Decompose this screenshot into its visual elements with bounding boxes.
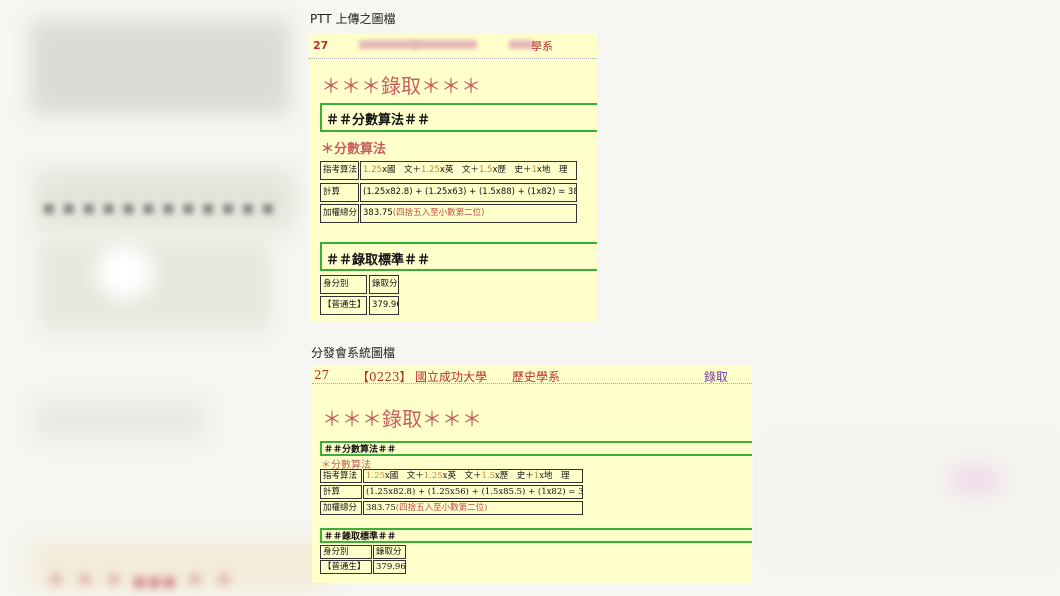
value-part: x地 理 xyxy=(536,165,568,175)
divider xyxy=(312,383,752,384)
weighted-total-value: 383.75(四捨五入至小數第二位) xyxy=(360,204,577,223)
row-label: 計算 xyxy=(320,485,362,499)
bottom-caption: 分發會系統圖檔 xyxy=(311,346,396,360)
value-part: (1.25x82.8) + (1.25x63) + (1.5x88) + (1x… xyxy=(363,187,577,197)
bg-blob xyxy=(950,470,1000,490)
row-label: 指考算法 xyxy=(320,469,362,483)
value-part: x英 文＋ xyxy=(442,471,482,481)
row-label: 指考算法 xyxy=(320,161,359,180)
value-part: 383.75 xyxy=(363,208,393,218)
row-label: 計算 xyxy=(320,183,359,202)
std-identity: 【普通生】 xyxy=(320,560,372,574)
rank: 27 xyxy=(313,39,329,52)
row-label: 加權總分 xyxy=(320,501,362,515)
value-part: 1.5 xyxy=(481,471,495,481)
dept-suffix: 學系 xyxy=(531,40,553,53)
formula-value-text: 1.25x國 文＋1.25x英 文＋1.5x歷 史＋1x地 理 xyxy=(366,471,570,481)
admission-title: ＊＊＊錄取＊＊＊ xyxy=(322,407,482,431)
bg-blob xyxy=(40,240,270,330)
bg-text: ＊ ＊ ＊ ▪▪▪ ＊ ＊ xyxy=(45,569,235,594)
value-part: (1.25x82.8) + (1.25x56) + (1.5x85.5) + (… xyxy=(366,487,583,497)
bg-text: ▪ ▪ ▪ ▪ ▪ ▪ ▪ ▪ ▪ ▪ ▪ ▪ xyxy=(42,195,275,219)
top-caption: PTT 上傳之圖檔 xyxy=(310,12,396,26)
redacted-school xyxy=(412,40,477,49)
std-score: 379.96 xyxy=(373,560,406,574)
std-score: 379.96 xyxy=(369,296,399,315)
bg-blob xyxy=(770,440,1050,560)
formula-value-text: 1.25x國 文＋1.25x英 文＋1.5x歷 史＋1x地 理 xyxy=(363,165,567,175)
formula-section-title: ＃＃分數算法＃＃ xyxy=(326,113,431,128)
std-header-identity: 身分別 xyxy=(320,275,367,294)
value-part: x地 理 xyxy=(539,471,570,481)
calculation-value: (1.25x82.8) + (1.25x56) + (1.5x85.5) + (… xyxy=(363,485,583,499)
value-part: 1.5 xyxy=(478,165,493,175)
ptt-screenshot-panel: 27 學系 ＊＊＊錄取＊＊＊ ＃＃分數算法＃＃ ＊分數算法 指考算法 1.25x… xyxy=(309,34,597,322)
std-header-score: 錄取分 xyxy=(369,275,399,294)
formula-value: 1.25x國 文＋1.25x英 文＋1.5x歷 史＋1x地 理 xyxy=(360,161,577,180)
weighted-total-text: 383.75(四捨五入至小數第二位) xyxy=(363,208,484,218)
bg-blob xyxy=(35,400,205,440)
admission-title: ＊＊＊錄取＊＊＊ xyxy=(321,74,481,98)
weighted-total-text: 383.75(四捨五入至小數第二位) xyxy=(366,503,487,513)
weighted-total-value: 383.75(四捨五入至小數第二位) xyxy=(363,501,583,515)
value-part: x歷 史＋ xyxy=(495,471,534,481)
std-header-score: 錄取分 xyxy=(373,545,406,559)
formula-section-title: ＃＃分數算法＃＃ xyxy=(324,445,397,455)
std-identity: 【普通生】 xyxy=(320,296,367,315)
redacted-code xyxy=(359,40,417,49)
bg-blob xyxy=(95,245,155,300)
std-header-identity: 身分別 xyxy=(320,545,372,559)
divider xyxy=(309,58,597,59)
value-part: x國 文＋ xyxy=(384,471,424,481)
value-part: (四捨五入至小數第二位) xyxy=(392,208,485,218)
formula-value: 1.25x國 文＋1.25x英 文＋1.5x歷 史＋1x地 理 xyxy=(363,469,583,483)
value-part: (四捨五入至小數第二位) xyxy=(395,503,488,513)
row-label: 加權總分 xyxy=(320,204,359,223)
standard-section-title: ＃＃錄取標準＃＃ xyxy=(324,532,397,542)
value-part: 1.25 xyxy=(366,471,385,481)
value-part: 1.25 xyxy=(363,165,382,175)
rank: 27 xyxy=(314,368,330,382)
formula-subtitle: ＊分數算法 xyxy=(321,142,387,157)
calculation-value-text: (1.25x82.8) + (1.25x63) + (1.5x88) + (1x… xyxy=(363,187,577,197)
calculation-value-text: (1.25x82.8) + (1.25x56) + (1.5x85.5) + (… xyxy=(366,487,583,497)
value-part: 1.25 xyxy=(420,165,440,175)
value-part: x國 文＋ xyxy=(381,165,421,175)
value-part: x歷 史＋ xyxy=(492,165,532,175)
standard-section-title: ＃＃錄取標準＃＃ xyxy=(326,253,431,268)
value-part: 1.25 xyxy=(423,471,443,481)
calculation-value: (1.25x82.8) + (1.25x63) + (1.5x88) + (1x… xyxy=(360,183,577,202)
bg-blob xyxy=(30,20,290,115)
official-screenshot-panel: 27 【0223】 國立成功大學 歷史學系 錄取 ＊＊＊錄取＊＊＊ ＃＃分數算法… xyxy=(312,365,752,583)
value-part: x英 文＋ xyxy=(439,165,479,175)
value-part: 383.75 xyxy=(366,503,396,513)
